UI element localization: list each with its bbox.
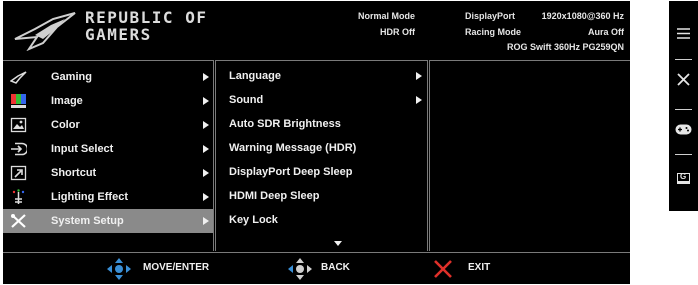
- hdr-status: HDR Off: [380, 27, 415, 37]
- resolution-status: 1920x1080@360 Hz: [541, 11, 624, 21]
- chevron-right-icon: [203, 193, 209, 201]
- menu-item-label: Shortcut: [51, 167, 97, 179]
- image-palette-icon: [11, 94, 26, 108]
- menu-item-label: System Setup: [51, 215, 124, 227]
- picture-icon: [10, 117, 27, 133]
- dpad-move-enter-icon: [107, 258, 131, 280]
- side-menu-button[interactable]: [669, 4, 698, 54]
- menu-item-label: Gaming: [51, 71, 92, 83]
- osd-header: REPUBLIC OF GAMERS Normal Mode HDR Off D…: [3, 1, 630, 60]
- submenu-item-label: Language: [229, 70, 281, 82]
- model-name: ROG Swift 360Hz PG259QN: [506, 42, 624, 52]
- chevron-right-icon: [203, 145, 209, 153]
- mode-status: Normal Mode: [357, 11, 415, 21]
- chevron-right-icon: [416, 96, 422, 104]
- close-icon: [677, 73, 690, 86]
- gameplus-letter: G: [680, 172, 687, 181]
- submenu: Language Sound Auto SDR Brightness Warni…: [215, 60, 428, 251]
- chevron-right-icon: [203, 217, 209, 225]
- side-close-button[interactable]: [669, 59, 698, 109]
- back-label: BACK: [321, 262, 350, 273]
- submenu-item-label: Warning Message (HDR): [229, 142, 357, 154]
- value-panel: [429, 60, 630, 251]
- submenu-item-key-lock[interactable]: Key Lock: [216, 208, 428, 232]
- input-select-icon: [11, 142, 27, 156]
- menu-item-label: Image: [51, 95, 83, 107]
- submenu-item-displayport-deep-sleep[interactable]: DisplayPort Deep Sleep: [216, 160, 428, 184]
- chevron-right-icon: [203, 73, 209, 81]
- brand-name: REPUBLIC OF GAMERS: [85, 10, 207, 44]
- gamepad-icon: [675, 124, 692, 135]
- scroll-down-icon[interactable]: [334, 241, 342, 246]
- rog-eye-icon: [10, 71, 27, 84]
- menu-icon: [677, 28, 690, 39]
- osd-menu: REPUBLIC OF GAMERS Normal Mode HDR Off D…: [3, 1, 630, 284]
- submenu-item-language[interactable]: Language: [216, 64, 428, 88]
- racing-mode-status: Racing Mode: [465, 27, 522, 37]
- exit-label: EXIT: [468, 262, 491, 273]
- menu-item-lighting-effect[interactable]: Lighting Effect: [3, 185, 213, 209]
- side-gamepad-button[interactable]: [669, 109, 698, 159]
- menu-item-input-select[interactable]: Input Select: [3, 137, 213, 161]
- menu-item-system-setup[interactable]: System Setup: [3, 209, 213, 233]
- shortcut-icon: [10, 165, 27, 181]
- osd-footer: MOVE/ENTER BACK EXIT: [3, 252, 630, 284]
- menu-item-image[interactable]: Image: [3, 89, 213, 113]
- submenu-item-auto-sdr-brightness[interactable]: Auto SDR Brightness: [216, 112, 428, 136]
- submenu-item-label: Key Lock: [229, 214, 278, 226]
- submenu-item-sound[interactable]: Sound: [216, 88, 428, 112]
- menu-item-gaming[interactable]: Gaming: [3, 65, 213, 89]
- chevron-right-icon: [203, 97, 209, 105]
- tools-icon: [11, 214, 26, 228]
- menu-item-label: Lighting Effect: [51, 191, 128, 203]
- side-button-panel: G: [669, 1, 698, 211]
- chevron-right-icon: [203, 121, 209, 129]
- move-enter-label: MOVE/ENTER: [143, 262, 210, 273]
- menu-item-color[interactable]: Color: [3, 113, 213, 137]
- aura-status: Aura Off: [588, 27, 624, 37]
- submenu-item-hdmi-deep-sleep[interactable]: HDMI Deep Sleep: [216, 184, 428, 208]
- input-port-status: DisplayPort: [465, 11, 516, 21]
- submenu-item-warning-message-hdr[interactable]: Warning Message (HDR): [216, 136, 428, 160]
- side-gameplus-button[interactable]: G: [669, 154, 698, 204]
- submenu-item-label: DisplayPort Deep Sleep: [229, 166, 353, 178]
- submenu-item-label: Sound: [229, 94, 264, 106]
- chevron-right-icon: [203, 169, 209, 177]
- menu-item-shortcut[interactable]: Shortcut: [3, 161, 213, 185]
- gameplus-icon: G: [677, 172, 690, 184]
- exit-icon: [434, 260, 452, 278]
- submenu-item-label: HDMI Deep Sleep: [229, 190, 320, 202]
- menu-item-label: Color: [51, 119, 80, 131]
- submenu-item-label: Auto SDR Brightness: [229, 118, 341, 130]
- main-menu: Gaming Image Color Input Select Shortcut…: [3, 60, 214, 251]
- menu-item-label: Input Select: [51, 143, 114, 155]
- lighting-bulb-icon: [12, 189, 25, 204]
- chevron-right-icon: [416, 72, 422, 80]
- brand-line-2: GAMERS: [85, 25, 152, 44]
- rog-logo-icon: [14, 12, 76, 51]
- dpad-back-icon: [288, 258, 312, 280]
